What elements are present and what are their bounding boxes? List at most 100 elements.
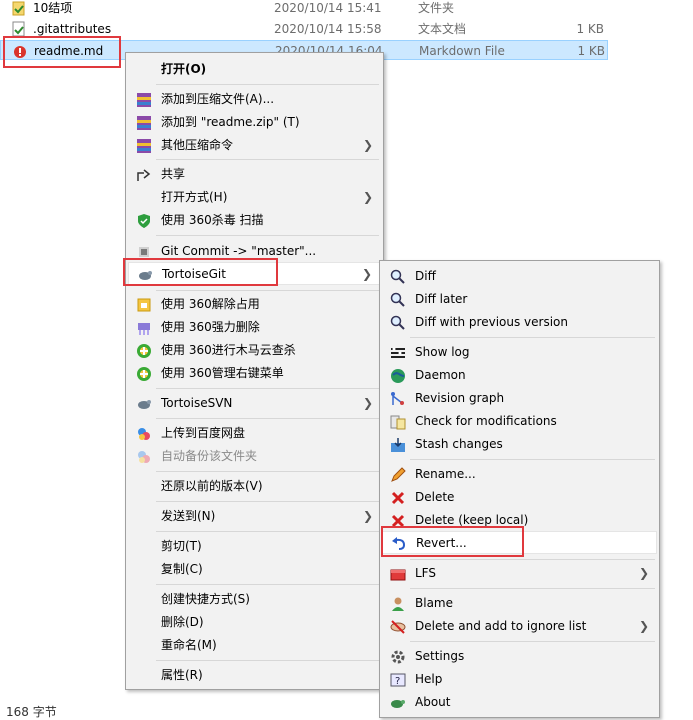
red-x-icon	[390, 490, 406, 506]
git-item-blame[interactable]: Blame	[382, 592, 657, 615]
log-icon	[390, 345, 406, 361]
magnifier-icon	[390, 292, 406, 308]
chevron-right-icon: ❯	[638, 566, 649, 580]
menu-item-copy[interactable]: 复制(C)	[128, 558, 381, 581]
git-item-check-modifications[interactable]: Check for modifications	[382, 410, 657, 433]
menu-separator	[156, 418, 379, 419]
menu-item-add-zip[interactable]: 添加到 "readme.zip" (T)	[128, 111, 381, 134]
file-type: 文件夹	[418, 1, 455, 15]
lfs-icon	[390, 566, 406, 582]
winrar-icon	[136, 115, 152, 131]
menu-separator	[410, 559, 655, 560]
chevron-right-icon: ❯	[638, 619, 649, 633]
file-type: Markdown File	[419, 44, 505, 58]
menu-item-manage-menu-360[interactable]: 使用 360管理右键菜单	[128, 362, 381, 385]
git-item-show-log[interactable]: Show log	[382, 341, 657, 364]
menu-item-open[interactable]: 打开(O)	[128, 58, 381, 81]
unlock-icon	[136, 297, 152, 313]
chevron-right-icon: ❯	[362, 509, 373, 523]
git-item-lfs[interactable]: LFS ❯	[382, 562, 657, 585]
winrar-icon	[136, 92, 152, 108]
text-file-icon	[12, 21, 26, 37]
file-size: 1 KB	[576, 22, 604, 36]
chevron-right-icon: ❯	[362, 138, 373, 152]
git-item-delete[interactable]: Delete	[382, 486, 657, 509]
magnifier-icon	[390, 315, 406, 331]
menu-item-unlock-360[interactable]: 使用 360解除占用	[128, 293, 381, 316]
baidu-cloud-icon	[136, 449, 152, 465]
git-item-revision-graph[interactable]: Revision graph	[382, 387, 657, 410]
ignore-icon	[390, 619, 406, 635]
menu-item-create-shortcut[interactable]: 创建快捷方式(S)	[128, 588, 381, 611]
file-date: 2020/10/14 15:58	[274, 22, 382, 36]
readme-highlight-box	[3, 36, 121, 68]
menu-separator	[156, 84, 379, 85]
stash-icon	[390, 437, 406, 453]
menu-item-delete[interactable]: 删除(D)	[128, 611, 381, 634]
status-bar-size: 168 字节	[6, 705, 57, 719]
tortoise-icon	[390, 695, 406, 711]
git-item-settings[interactable]: Settings	[382, 645, 657, 668]
file-name: 10结项	[33, 1, 73, 15]
context-menu: 打开(O) 添加到压缩文件(A)... 添加到 "readme.zip" (T)…	[125, 52, 384, 690]
menu-separator	[410, 588, 655, 589]
graph-icon	[390, 391, 406, 407]
git-item-about[interactable]: About	[382, 691, 657, 714]
menu-item-upload-baidu[interactable]: 上传到百度网盘	[128, 422, 381, 445]
menu-item-add-archive[interactable]: 添加到压缩文件(A)...	[128, 88, 381, 111]
help-icon: ?	[390, 672, 406, 688]
menu-item-cut[interactable]: 剪切(T)	[128, 535, 381, 558]
git-item-diff[interactable]: Diff	[382, 265, 657, 288]
tortoisesvn-icon	[136, 396, 152, 412]
menu-separator	[156, 290, 379, 291]
menu-item-send-to[interactable]: 发送到(N) ❯	[128, 505, 381, 528]
menu-item-restore-previous[interactable]: 还原以前的版本(V)	[128, 475, 381, 498]
git-item-help[interactable]: ? Help	[382, 668, 657, 691]
blame-icon	[390, 596, 406, 612]
magnifier-icon	[390, 269, 406, 285]
globe-icon	[390, 368, 406, 384]
menu-item-tortoisesvn[interactable]: TortoiseSVN ❯	[128, 392, 381, 415]
chevron-right-icon: ❯	[362, 190, 373, 204]
file-type: 文本文档	[418, 22, 467, 36]
menu-separator	[156, 531, 379, 532]
menu-item-trojan-scan-360[interactable]: 使用 360进行木马云查杀	[128, 339, 381, 362]
git-item-diff-later[interactable]: Diff later	[382, 288, 657, 311]
pencil-icon	[390, 467, 406, 483]
revert-highlight-box	[381, 526, 524, 557]
360-plus-icon	[136, 366, 152, 382]
menu-separator	[410, 459, 655, 460]
menu-separator	[156, 159, 379, 160]
menu-separator	[156, 660, 379, 661]
menu-separator	[156, 235, 379, 236]
check-mods-icon	[390, 414, 406, 430]
menu-separator	[410, 641, 655, 642]
menu-separator	[156, 501, 379, 502]
svg-text:?: ?	[395, 676, 400, 687]
menu-item-auto-backup[interactable]: 自动备份该文件夹	[128, 445, 381, 468]
git-item-daemon[interactable]: Daemon	[382, 364, 657, 387]
git-item-delete-ignore[interactable]: Delete and add to ignore list ❯	[382, 615, 657, 638]
baidu-cloud-icon	[136, 426, 152, 442]
winrar-icon	[136, 138, 152, 154]
git-item-diff-previous[interactable]: Diff with previous version	[382, 311, 657, 334]
share-icon	[136, 167, 152, 183]
360-plus-icon	[136, 343, 152, 359]
folder-icon	[12, 0, 26, 16]
menu-item-share[interactable]: 共享	[128, 163, 381, 186]
menu-item-open-with[interactable]: 打开方式(H) ❯	[128, 186, 381, 209]
tortoisegit-submenu: Diff Diff later Diff with previous versi…	[379, 260, 660, 718]
menu-item-rename[interactable]: 重命名(M)	[128, 634, 381, 657]
git-item-rename[interactable]: Rename...	[382, 463, 657, 486]
chevron-right-icon: ❯	[362, 396, 373, 410]
git-item-stash[interactable]: Stash changes	[382, 433, 657, 456]
menu-item-scan-360[interactable]: 使用 360杀毒 扫描	[128, 209, 381, 232]
file-row-folder[interactable]: 10结项 2020/10/14 15:41 文件夹	[0, 0, 610, 18]
menu-item-properties[interactable]: 属性(R)	[128, 664, 381, 687]
menu-separator	[410, 337, 655, 338]
menu-item-force-delete-360[interactable]: 使用 360强力删除	[128, 316, 381, 339]
menu-item-other-compress[interactable]: 其他压缩命令 ❯	[128, 134, 381, 157]
shredder-icon	[136, 320, 152, 336]
360-shield-icon	[136, 213, 152, 229]
file-date: 2020/10/14 15:41	[274, 1, 382, 15]
